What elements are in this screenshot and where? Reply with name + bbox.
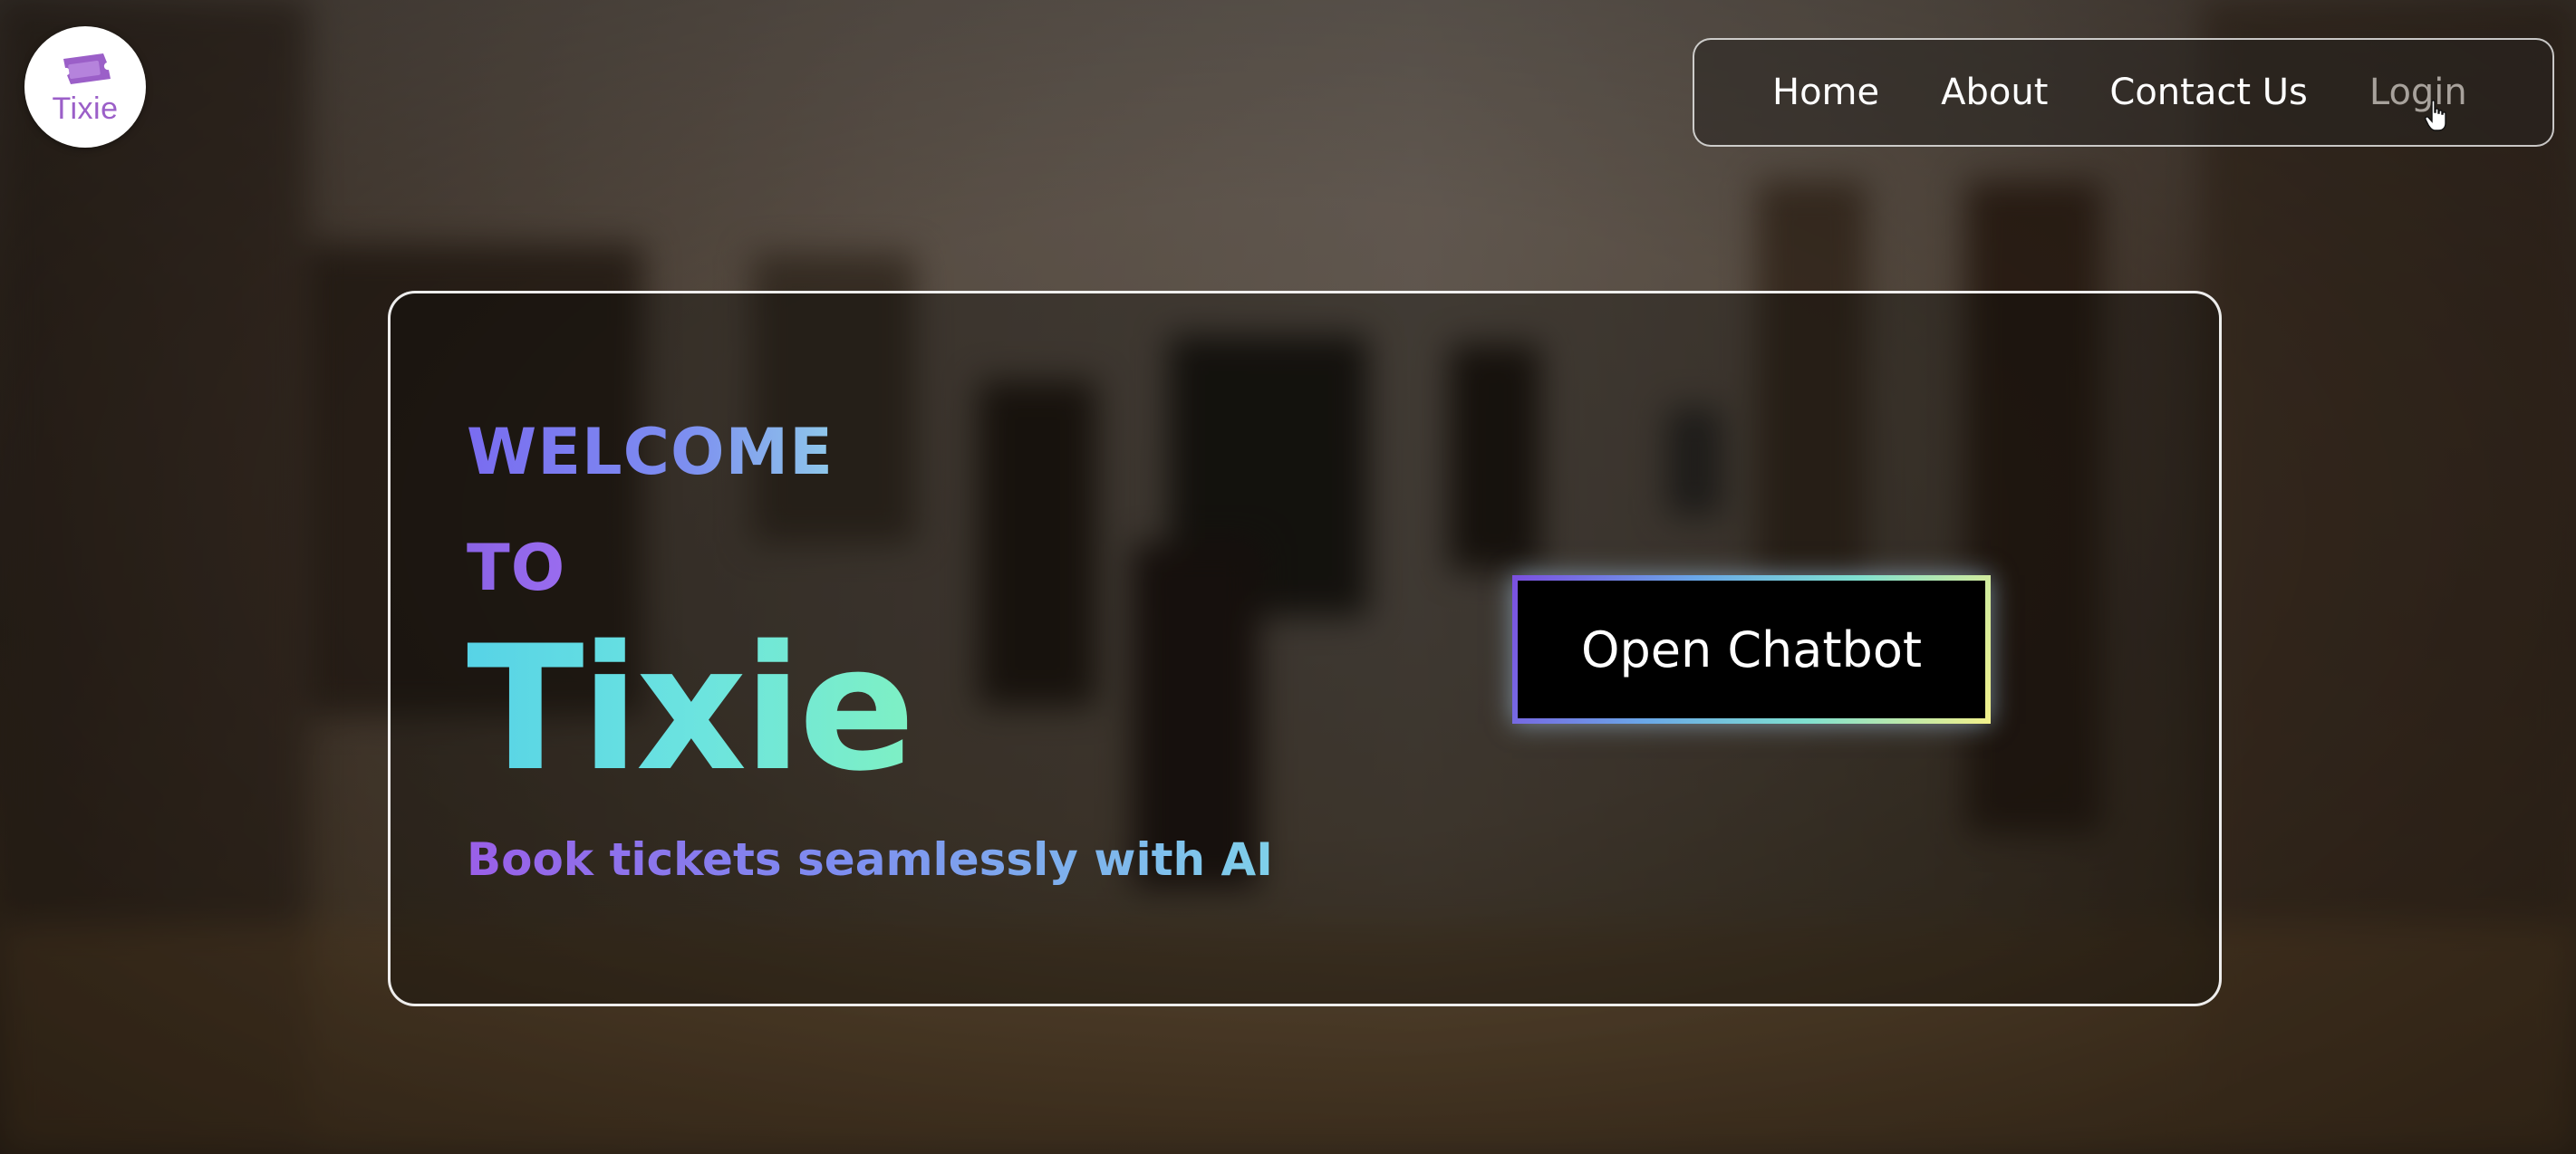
nav-login-link[interactable]: Login [2369,72,2467,113]
logo-text: Tixie [52,91,119,126]
hand-cursor-icon [2425,100,2446,131]
nav-contact-link[interactable]: Contact Us [2109,72,2307,113]
logo[interactable]: Tixie [24,26,146,148]
to-text: TO [467,531,566,605]
nav-about-link[interactable]: About [1941,72,2048,113]
ticket-icon [63,53,111,84]
hero-title: Tixie [467,609,915,809]
open-chatbot-button[interactable]: Open Chatbot [1518,581,1985,718]
open-chatbot-button-border: Open Chatbot [1512,575,1991,724]
welcome-text: WELCOME [467,415,834,489]
hero-card: WELCOME TO Tixie Book tickets seamlessly… [388,291,2222,1006]
nav-home-link[interactable]: Home [1772,72,1879,113]
hero-tagline: Book tickets seamlessly with AI [467,833,1273,886]
